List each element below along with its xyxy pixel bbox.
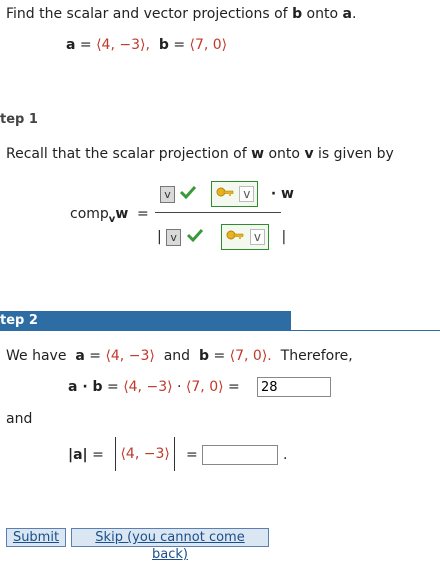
submit-button[interactable]: Submit <box>6 528 66 547</box>
equals-sign: = <box>92 447 104 463</box>
and-text: and <box>163 348 191 364</box>
step2-label: tep 2 <box>0 313 38 328</box>
vector-b-label: b <box>292 6 303 22</box>
key-icon <box>225 226 245 248</box>
period: . <box>283 447 288 463</box>
dot-a-value: ⟨4, −3⟩ <box>123 379 173 395</box>
step1-label: tep 1 <box>0 112 38 127</box>
vector-a-label: a <box>75 348 85 364</box>
vector-w-label: w <box>251 146 265 162</box>
recall-text: Recall that the scalar projection of <box>6 146 247 162</box>
equals-sign: = <box>137 206 149 222</box>
denominator-key-value: v <box>249 229 265 245</box>
numerator-answer-box: v <box>160 185 175 203</box>
given-by-text: is given by <box>318 146 394 162</box>
comp-text: comp <box>70 206 109 222</box>
problem-statement: Find the scalar and vector projections o… <box>6 6 356 22</box>
key-icon <box>215 183 235 205</box>
equals-sign: = <box>107 379 119 395</box>
dot-operator: · <box>177 379 182 395</box>
dot-product-lhs: a · b <box>68 379 103 395</box>
numerator-key-value: v <box>239 186 255 202</box>
abs-bar-left: | <box>157 229 162 245</box>
check-icon <box>179 185 197 203</box>
denominator-key-box: v <box>221 224 269 250</box>
given-a-label: a <box>66 37 76 53</box>
abs-bar-right <box>174 437 176 471</box>
step1-recall: Recall that the scalar projection of w o… <box>6 146 394 162</box>
denominator-answer-box: v <box>166 228 182 246</box>
magnitude-lhs: |a| <box>68 447 88 463</box>
step2-we-have: We have a = ⟨4, −3⟩ and b = ⟨7, 0⟩. Ther… <box>6 348 353 364</box>
abs-bar-right: | <box>281 229 287 245</box>
dot-product-line: a · b = ⟨4, −3⟩ · ⟨7, 0⟩ = <box>68 379 240 395</box>
step2-header-line <box>291 330 440 331</box>
numerator-key-box: v <box>210 181 259 207</box>
equals-sign: = <box>89 348 101 364</box>
given-b-value: ⟨7, 0⟩ <box>189 37 228 53</box>
fraction-line <box>155 212 281 213</box>
step2-header-bar <box>0 311 291 331</box>
check-icon <box>186 228 204 246</box>
magnitude-vector: ⟨4, −3⟩ <box>120 446 170 462</box>
vector-v-label: v <box>304 146 314 162</box>
given-vectors: a = ⟨4, −3⟩, b = ⟨7, 0⟩ <box>66 37 227 53</box>
dot-w: · w <box>270 186 294 202</box>
skip-button[interactable]: Skip (you cannot come back) <box>71 528 269 562</box>
period: . <box>351 6 357 22</box>
given-a-value: ⟨4, −3⟩, <box>96 37 150 53</box>
a-value: ⟨4, −3⟩ <box>105 348 155 364</box>
magnitude-expression: ⟨4, −3⟩ <box>115 437 176 471</box>
we-have-text: We have <box>6 348 67 364</box>
given-b-label: b <box>158 37 169 53</box>
equals-sign: = <box>228 379 240 395</box>
equals-sign: = <box>213 348 226 364</box>
onto-text: onto <box>306 6 339 22</box>
comp-label: compvw <box>70 206 128 225</box>
vector-b-label: b <box>198 348 209 364</box>
dot-b-value: ⟨7, 0⟩ <box>185 379 224 395</box>
magnitude-answer-input[interactable] <box>202 445 278 465</box>
equals-sign: = <box>79 37 92 53</box>
and-text: and <box>6 411 33 427</box>
equals-sign: = <box>173 37 186 53</box>
b-value: ⟨7, 0⟩. <box>229 348 272 364</box>
problem-prompt: Find the scalar and vector projections o… <box>6 6 288 22</box>
numerator: v v · w <box>160 181 294 207</box>
magnitude-line: |a| = <box>68 447 104 463</box>
dot-product-answer-input[interactable] <box>257 377 331 397</box>
comp-w: w <box>115 206 129 222</box>
therefore-text: Therefore, <box>280 348 353 364</box>
equals-sign: = <box>186 447 198 463</box>
vector-a-label: a <box>342 6 352 22</box>
denominator: | v v | <box>157 224 286 250</box>
onto-text: onto <box>268 146 300 162</box>
abs-bar-left <box>115 437 116 471</box>
